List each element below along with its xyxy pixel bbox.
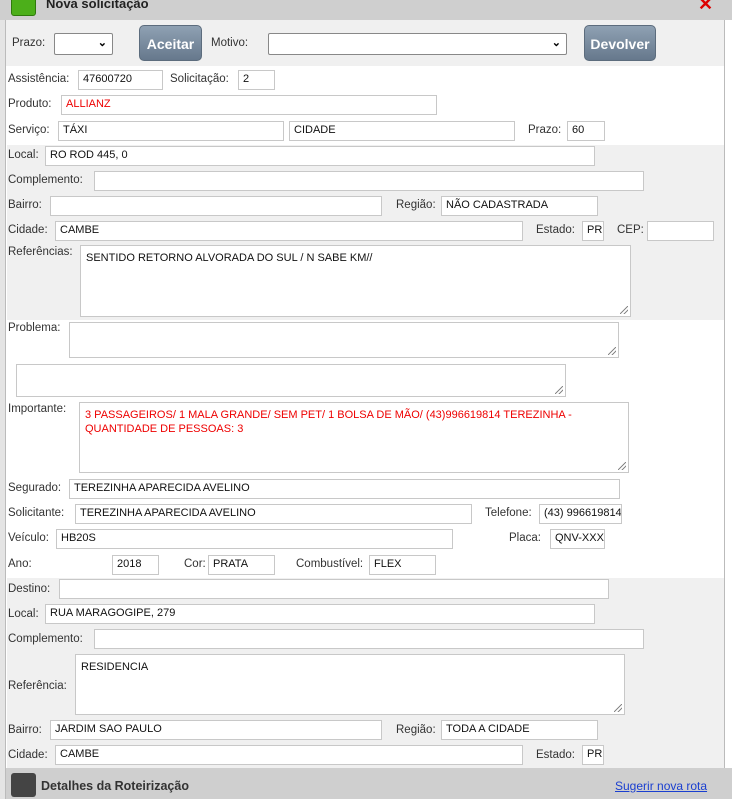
segurado-label: Segurado: (8, 482, 62, 494)
importante-textarea[interactable]: 3 PASSAGEIROS/ 1 MALA GRANDE/ SEM PET/ 1… (79, 402, 629, 473)
motivo-label: Motivo: (211, 37, 249, 49)
destino-input[interactable] (59, 579, 609, 599)
regiao-label: Região: (396, 199, 436, 211)
combustivel-input[interactable]: FLEX (369, 555, 436, 575)
prazo-label: Prazo: (12, 37, 46, 49)
destino-estado-input[interactable]: PR (582, 745, 604, 765)
destino-local-input[interactable]: RUA MARAGOGIPE, 279 (45, 604, 595, 624)
solicitacao-input[interactable]: 2 (238, 70, 275, 90)
scrollbar[interactable] (724, 20, 732, 768)
destino-bairro-input[interactable]: JARDIM SAO PAULO (50, 720, 382, 740)
bairro-label: Bairro: (8, 199, 42, 211)
solicitante-label: Solicitante: (8, 507, 65, 519)
servico-type-input[interactable]: CIDADE (289, 121, 515, 141)
globe-icon (11, 773, 36, 797)
destino-regiao-label: Região: (396, 724, 436, 736)
destino-complemento-input[interactable] (94, 629, 644, 649)
destino-bairro-label: Bairro: (8, 724, 42, 736)
extra-textarea[interactable] (16, 364, 566, 397)
produto-label: Produto: (8, 98, 52, 110)
cidade-label: Cidade: (8, 224, 48, 236)
destino-complemento-label: Complemento: (8, 633, 83, 645)
servico-label: Serviço: (8, 124, 50, 136)
destino-cidade-input[interactable]: CAMBE (55, 745, 523, 765)
estado-input[interactable]: PR (582, 221, 604, 241)
map-icon (11, 0, 36, 16)
destino-regiao-input[interactable]: TODA A CIDADE (441, 720, 598, 740)
placa-label: Placa: (509, 532, 541, 544)
cor-input[interactable]: PRATA (208, 555, 275, 575)
complemento-input[interactable] (94, 171, 644, 191)
cor-label: Cor: (184, 558, 206, 570)
complemento-label: Complemento: (8, 174, 83, 186)
veiculo-input[interactable]: HB20S (56, 529, 453, 549)
destino-referencia-label: Referência: (8, 680, 67, 692)
local-label: Local: (8, 149, 39, 161)
routing-details-title: Detalhes da Roteirização (41, 779, 189, 793)
destino-cidade-label: Cidade: (8, 749, 48, 761)
left-border (0, 20, 6, 799)
destino-referencia-textarea[interactable]: RESIDENCIA (75, 654, 625, 715)
motivo-select[interactable]: ⌄ (268, 33, 567, 55)
destino-estado-label: Estado: (536, 749, 575, 761)
suggest-route-link[interactable]: Sugerir nova rota (615, 779, 707, 793)
referencias-label: Referências: (8, 246, 73, 258)
estado-label: Estado: (536, 224, 575, 236)
servico-input[interactable]: TÁXI (58, 121, 284, 141)
segurado-input[interactable]: TEREZINHA APARECIDA AVELINO (69, 479, 620, 499)
cidade-input[interactable]: CAMBE (55, 221, 523, 241)
telefone-input[interactable]: (43) 996619814 (539, 504, 622, 524)
combustivel-label: Combustível: (296, 558, 364, 570)
placa-input[interactable]: QNV-XXXX (550, 529, 605, 549)
ano-input[interactable]: 2018 (112, 555, 159, 575)
cep-input[interactable] (647, 221, 714, 241)
prazo-field-label: Prazo: (528, 124, 562, 136)
cep-label: CEP: (617, 224, 644, 236)
chevron-down-icon: ⌄ (551, 37, 561, 49)
problema-textarea[interactable] (69, 322, 619, 358)
problema-label: Problema: (8, 322, 61, 334)
bairro-input[interactable] (50, 196, 382, 216)
chevron-down-icon: ⌄ (97, 37, 107, 49)
importante-label: Importante: (8, 403, 67, 415)
produto-input[interactable]: ALLIANZ (61, 95, 437, 115)
destino-label: Destino: (8, 583, 51, 595)
prazo-input[interactable]: 60 (567, 121, 605, 141)
return-button[interactable]: Devolver (584, 25, 656, 61)
local-input[interactable]: RO ROD 445, 0 (45, 146, 595, 166)
prazo-select[interactable]: ⌄ (54, 33, 113, 55)
veiculo-label: Veículo: (8, 532, 49, 544)
referencias-textarea[interactable]: SENTIDO RETORNO ALVORADA DO SUL / N SABE… (80, 245, 631, 317)
regiao-input[interactable]: NÃO CADASTRADA (441, 196, 598, 216)
solicitante-input[interactable]: TEREZINHA APARECIDA AVELINO (75, 504, 472, 524)
ano-label: Ano: (8, 558, 32, 570)
destino-local-label: Local: (8, 608, 39, 620)
solicitacao-label: Solicitação: (170, 73, 229, 85)
telefone-label: Telefone: (485, 507, 532, 519)
window-title: Nova solicitação (46, 0, 149, 11)
accept-button[interactable]: Aceitar (139, 25, 202, 61)
assistencia-input[interactable]: 47600720 (78, 70, 163, 90)
assistencia-label: Assistência: (8, 73, 70, 85)
close-icon[interactable]: ✕ (698, 0, 713, 15)
